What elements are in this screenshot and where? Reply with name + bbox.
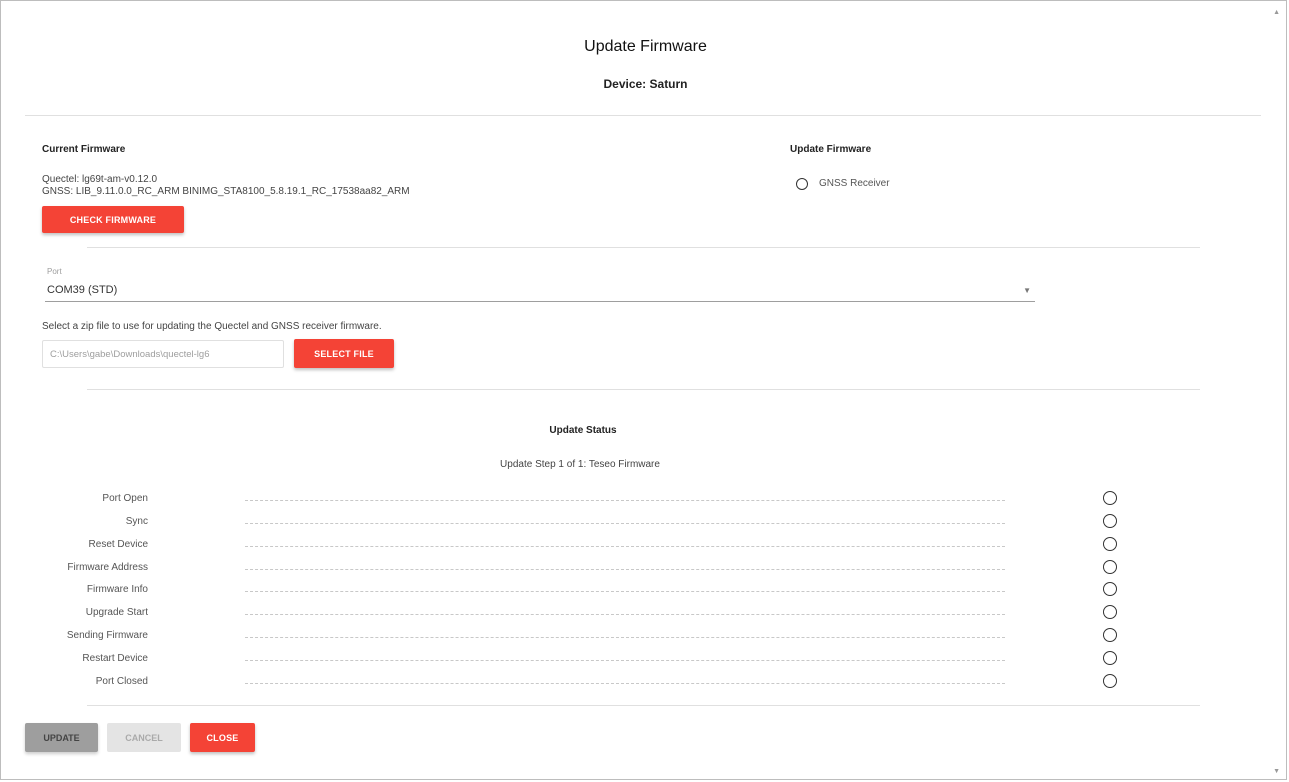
status-step-line	[245, 523, 1005, 524]
section-divider-2	[87, 389, 1200, 390]
status-step-line	[245, 591, 1005, 592]
status-step-line	[245, 500, 1005, 501]
status-step-row: Port Open	[1, 490, 1289, 512]
status-step-label: Sync	[125, 516, 148, 527]
status-step-indicator	[1103, 582, 1117, 596]
status-step-indicator	[1103, 514, 1117, 528]
status-step-label: Restart Device	[82, 653, 148, 664]
update-status-heading: Update Status	[549, 425, 617, 436]
section-divider-1	[87, 247, 1200, 248]
status-step-row: Firmware Info	[1, 581, 1289, 603]
status-step-line	[245, 683, 1005, 684]
status-step-label: Port Closed	[95, 676, 148, 687]
gnss-version: GNSS: LIB_9.11.0.0_RC_ARM BINIMG_STA8100…	[42, 186, 410, 197]
device-name: Device: Saturn	[603, 77, 688, 91]
status-step-indicator	[1103, 674, 1117, 688]
status-step-label: Upgrade Start	[85, 607, 148, 618]
update-step-text: Update Step 1 of 1: Teseo Firmware	[500, 459, 660, 470]
port-select[interactable]: COM39 (STD) ▼	[45, 282, 1035, 302]
current-firmware-heading: Current Firmware	[42, 144, 126, 155]
section-divider-3	[87, 705, 1200, 706]
status-step-indicator	[1103, 605, 1117, 619]
status-step-line	[245, 546, 1005, 547]
status-step-label: Firmware Info	[86, 584, 148, 595]
check-firmware-button[interactable]: CHECK FIRMWARE	[42, 206, 184, 233]
port-select-value: COM39 (STD)	[47, 284, 118, 296]
scroll-down-icon[interactable]: ▼	[1273, 768, 1280, 775]
status-step-indicator	[1103, 560, 1117, 574]
update-button[interactable]: UPDATE	[25, 723, 98, 752]
status-step-line	[245, 637, 1005, 638]
status-step-row: Firmware Address	[1, 559, 1289, 581]
status-step-indicator	[1103, 491, 1117, 505]
status-step-line	[245, 569, 1005, 570]
file-hint: Select a zip file to use for updating th…	[42, 321, 382, 332]
gnss-receiver-radio[interactable]	[796, 178, 808, 190]
file-path-input[interactable]	[42, 340, 284, 368]
status-step-line	[245, 614, 1005, 615]
gnss-receiver-label: GNSS Receiver	[819, 178, 890, 189]
status-step-label: Firmware Address	[67, 562, 148, 573]
header-divider	[25, 115, 1261, 116]
status-step-indicator	[1103, 651, 1117, 665]
status-step-row: Port Closed	[1, 673, 1289, 695]
status-step-indicator	[1103, 537, 1117, 551]
status-step-label: Reset Device	[88, 539, 148, 550]
status-step-row: Restart Device	[1, 650, 1289, 672]
status-step-line	[245, 660, 1005, 661]
port-label: Port	[47, 267, 62, 276]
close-button[interactable]: CLOSE	[190, 723, 255, 752]
scroll-up-icon[interactable]: ▲	[1273, 9, 1280, 16]
update-firmware-heading: Update Firmware	[790, 144, 872, 155]
status-step-row: Sending Firmware	[1, 627, 1289, 649]
chevron-down-icon: ▼	[1023, 286, 1031, 295]
status-step-row: Sync	[1, 513, 1289, 535]
select-file-button[interactable]: SELECT FILE	[294, 339, 394, 368]
cancel-button[interactable]: CANCEL	[107, 723, 181, 752]
dialog: Update Firmware Device: Saturn Current F…	[0, 0, 1287, 780]
status-step-label: Sending Firmware	[66, 630, 148, 641]
quectel-version: Quectel: lg69t-am-v0.12.0	[42, 174, 158, 185]
status-step-indicator	[1103, 628, 1117, 642]
dialog-title: Update Firmware	[584, 38, 707, 55]
status-step-row: Upgrade Start	[1, 604, 1289, 626]
status-step-label: Port Open	[102, 493, 148, 504]
status-step-row: Reset Device	[1, 536, 1289, 558]
